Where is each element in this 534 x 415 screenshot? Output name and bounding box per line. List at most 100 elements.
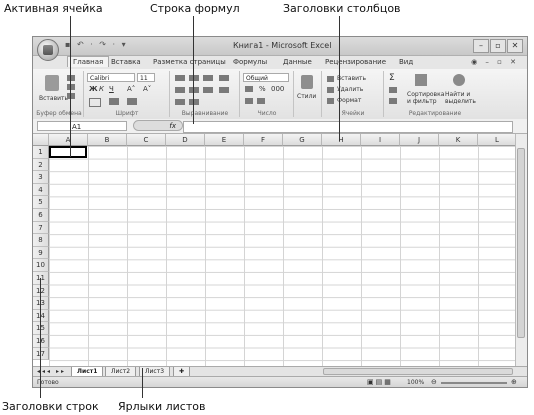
zoom-in-icon[interactable]: ⊕ — [511, 378, 517, 386]
cut-icon[interactable] — [67, 75, 75, 81]
column-header[interactable]: G — [283, 134, 322, 146]
minimize-icon[interactable]: – — [473, 39, 489, 53]
styles-icon[interactable] — [301, 75, 313, 89]
align-top-icon[interactable] — [175, 75, 185, 81]
bold-button[interactable]: Ж — [89, 85, 98, 93]
decrease-decimal-icon[interactable] — [257, 98, 265, 104]
borders-icon[interactable] — [89, 98, 101, 107]
number-format-select[interactable]: Общий — [243, 73, 289, 82]
column-header[interactable]: J — [400, 134, 439, 146]
thousands-button[interactable]: 000 — [271, 85, 284, 93]
align-left-icon[interactable] — [175, 87, 185, 93]
formula-input[interactable] — [183, 121, 513, 133]
percent-button[interactable]: % — [259, 85, 266, 93]
tab-insert[interactable]: Вставка — [111, 58, 141, 66]
tab-formulas[interactable]: Формулы — [233, 58, 267, 66]
delete-cells-button[interactable]: Удалить — [337, 86, 363, 93]
tab-home[interactable]: Главная — [67, 56, 110, 67]
align-middle-icon[interactable] — [189, 75, 199, 81]
font-color-icon[interactable] — [127, 98, 137, 105]
underline-button[interactable]: Ч — [109, 85, 114, 93]
orientation-icon[interactable] — [189, 99, 199, 105]
merge-icon[interactable] — [219, 87, 229, 93]
shrink-font-button[interactable]: A˅ — [143, 85, 151, 93]
view-buttons[interactable]: ▣▤▦ — [367, 378, 393, 386]
fill-icon[interactable] — [389, 87, 397, 93]
find-select-button[interactable]: Найти и выделить — [445, 91, 483, 105]
column-header[interactable]: B — [88, 134, 127, 146]
grow-font-button[interactable]: A˄ — [127, 85, 135, 93]
sheet-nav-icon[interactable]: ◂◂◂ ▸▸ — [37, 368, 66, 375]
active-cell[interactable] — [49, 146, 87, 158]
font-name-select[interactable]: Calibri — [87, 73, 135, 82]
font-size-select[interactable]: 11 — [137, 73, 155, 82]
close-icon[interactable]: ✕ — [507, 39, 523, 53]
paste-button[interactable]: Вставить — [39, 95, 68, 102]
find-select-icon[interactable] — [453, 74, 465, 86]
row-header[interactable]: 7 — [33, 221, 49, 235]
row-header[interactable]: 16 — [33, 335, 49, 348]
row-header[interactable]: 14 — [33, 309, 49, 323]
insert-cells-button[interactable]: Вставить — [337, 75, 366, 82]
tab-page-layout[interactable]: Разметка страницы — [153, 58, 226, 66]
row-header[interactable]: 13 — [33, 297, 49, 310]
row-header[interactable]: 15 — [33, 322, 49, 335]
excel-window: ▪ ↶ · ↷ · ▾ Книга1 - Microsoft Excel – ▫… — [32, 36, 528, 388]
currency-icon[interactable] — [245, 86, 253, 92]
name-box[interactable]: A1 — [37, 121, 127, 131]
vertical-scrollbar[interactable] — [515, 134, 527, 366]
row-header[interactable]: 2 — [33, 158, 49, 172]
format-cells-button[interactable]: Формат — [337, 97, 361, 104]
row-header[interactable]: 8 — [33, 234, 49, 247]
quick-access-toolbar[interactable]: ▪ ↶ · ↷ · ▾ — [65, 40, 128, 49]
indent-icon[interactable] — [175, 99, 185, 105]
copy-icon[interactable] — [67, 84, 75, 90]
sort-filter-icon[interactable] — [415, 74, 427, 86]
align-bottom-icon[interactable] — [203, 75, 213, 81]
autosum-button[interactable]: Σ — [389, 73, 395, 83]
maximize-icon[interactable]: ▫ — [490, 39, 506, 53]
align-center-icon[interactable] — [189, 87, 199, 93]
row-header[interactable]: 10 — [33, 259, 49, 272]
row-header[interactable]: 4 — [33, 183, 49, 197]
worksheet-grid[interactable]: ABCDEFGHIJKL1234567891011121314151617 — [33, 134, 517, 366]
italic-button[interactable]: К — [99, 85, 104, 93]
select-all-corner[interactable] — [33, 134, 49, 146]
column-header[interactable]: I — [361, 134, 400, 146]
increase-decimal-icon[interactable] — [245, 98, 253, 104]
sort-filter-button[interactable]: Сортировка и фильтр — [407, 91, 444, 105]
format-painter-icon[interactable] — [67, 93, 75, 99]
row-header[interactable]: 3 — [33, 171, 49, 184]
align-right-icon[interactable] — [203, 87, 213, 93]
row-header[interactable]: 12 — [33, 284, 49, 298]
tab-data[interactable]: Данные — [283, 58, 312, 66]
tab-review[interactable]: Рецензирование — [325, 58, 386, 66]
clear-icon[interactable] — [389, 98, 397, 104]
row-header[interactable]: 5 — [33, 196, 49, 209]
vertical-scroll-thumb[interactable] — [517, 148, 525, 338]
column-header[interactable]: C — [127, 134, 166, 146]
tab-view[interactable]: Вид — [399, 58, 413, 66]
row-header[interactable]: 9 — [33, 246, 49, 260]
row-header[interactable]: 11 — [33, 272, 49, 285]
column-header[interactable]: A — [49, 134, 88, 146]
row-header[interactable]: 1 — [33, 146, 49, 159]
column-header[interactable]: H — [322, 134, 361, 146]
office-button[interactable] — [37, 39, 59, 61]
column-header[interactable]: D — [166, 134, 205, 146]
paste-icon[interactable] — [45, 75, 59, 91]
help-icon[interactable]: ◉ – ▫ ✕ — [471, 58, 519, 66]
row-header[interactable]: 17 — [33, 347, 49, 361]
wrap-text-icon[interactable] — [219, 75, 229, 81]
column-header[interactable]: F — [244, 134, 283, 146]
row-header[interactable]: 6 — [33, 209, 49, 222]
styles-button[interactable]: Стили — [297, 93, 316, 100]
column-header[interactable]: L — [478, 134, 517, 146]
fill-color-icon[interactable] — [109, 98, 119, 105]
zoom-slider[interactable] — [441, 382, 507, 384]
zoom-out-icon[interactable]: ⊖ — [431, 378, 437, 386]
column-header[interactable]: K — [439, 134, 478, 146]
column-header[interactable]: E — [205, 134, 244, 146]
insert-function-button[interactable]: fx — [133, 120, 183, 131]
horizontal-scrollbar[interactable] — [323, 368, 513, 375]
